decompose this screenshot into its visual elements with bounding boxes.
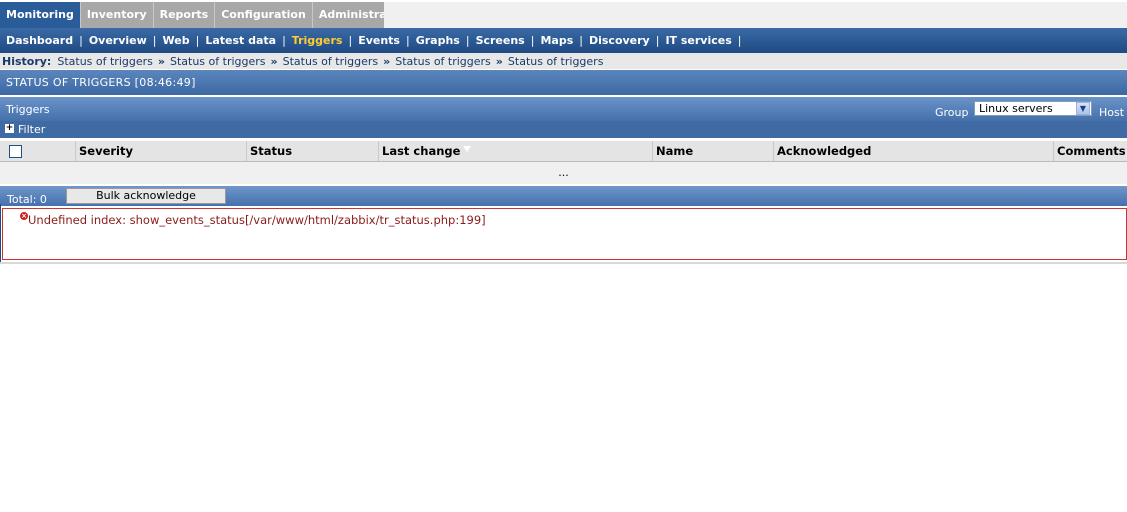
table-footer: Total: 0 Bulk acknowledge — [0, 186, 1127, 206]
submenu-web[interactable]: Web — [157, 34, 196, 47]
group-label: Group — [935, 106, 969, 119]
double-chevron-icon: » — [383, 54, 391, 68]
group-select[interactable]: Linux servers ▼ — [974, 101, 1092, 116]
top-tabs-filler — [384, 2, 1127, 29]
table-empty-row: ... — [0, 162, 1127, 184]
sub-navigation: Dashboard | Overview | Web | Latest data | T… — [0, 28, 1127, 53]
submenu-latest-data[interactable]: Latest data — [199, 34, 282, 47]
tab-configuration[interactable]: Configuration — [215, 2, 313, 28]
column-label: Severity — [79, 144, 133, 158]
submenu-maps[interactable]: Maps — [534, 34, 579, 47]
tab-reports[interactable]: Reports — [153, 2, 216, 28]
history-link[interactable]: Status of triggers — [170, 55, 266, 68]
submenu-dashboard[interactable]: Dashboard — [0, 34, 79, 47]
total-count: Total: 0 — [7, 193, 47, 206]
double-chevron-icon: » — [270, 54, 278, 68]
history-link[interactable]: Status of triggers — [508, 55, 604, 68]
sort-desc-icon — [463, 146, 472, 152]
column-label: Name — [656, 144, 694, 158]
history-label: History: — [2, 54, 52, 68]
submenu-triggers[interactable]: Triggers — [286, 34, 349, 47]
submenu-overview[interactable]: Overview — [83, 34, 153, 47]
column-last-change[interactable]: Last change — [378, 141, 652, 161]
bulk-acknowledge-button[interactable]: Bulk acknowledge — [66, 188, 226, 204]
column-comments[interactable]: Comments — [1053, 141, 1127, 161]
submenu-events[interactable]: Events — [352, 34, 406, 47]
table-header: Severity Status Last change Name Acknowl… — [0, 141, 1127, 162]
left-border — [0, 204, 1, 264]
double-chevron-icon: » — [495, 54, 503, 68]
history-link[interactable]: Status of triggers — [283, 55, 379, 68]
column-severity[interactable]: Severity — [75, 141, 246, 161]
submenu-graphs[interactable]: Graphs — [410, 34, 466, 47]
triggers-header: Triggers Group Linux servers ▼ Host — [0, 97, 1127, 121]
submenu-separator: | — [737, 34, 742, 47]
plus-icon[interactable]: + — [5, 124, 14, 133]
select-all-checkbox[interactable] — [9, 145, 22, 158]
column-label: Last change — [382, 144, 461, 158]
breadcrumb: History: Status of triggers » Status of t… — [0, 53, 1127, 69]
error-icon: × — [20, 212, 28, 220]
page-title: STATUS OF TRIGGERS [08:46:49] — [0, 70, 1127, 95]
top-navigation: Monitoring Inventory Reports Configurati… — [0, 0, 1127, 29]
host-label: Host — [1099, 106, 1125, 119]
tab-monitoring[interactable]: Monitoring — [0, 2, 81, 28]
column-label: Comments — [1057, 144, 1126, 158]
group-select-value: Linux servers — [979, 102, 1053, 115]
filter-label[interactable]: Filter — [18, 123, 45, 136]
submenu-it-services[interactable]: IT services — [659, 34, 737, 47]
column-name[interactable]: Name — [652, 141, 773, 161]
column-label: Acknowledged — [777, 144, 872, 158]
triggers-title: Triggers — [6, 103, 50, 116]
double-chevron-icon: » — [157, 54, 165, 68]
divider — [0, 262, 1127, 264]
submenu-discovery[interactable]: Discovery — [583, 34, 656, 47]
column-status[interactable]: Status — [246, 141, 378, 161]
column-acknowledged[interactable]: Acknowledged — [773, 141, 1053, 161]
filter-toggle[interactable]: + Filter — [0, 121, 1127, 138]
tab-inventory[interactable]: Inventory — [80, 2, 154, 28]
submenu-screens[interactable]: Screens — [470, 34, 531, 47]
history-link[interactable]: Status of triggers — [395, 55, 491, 68]
error-message: Undefined index: show_events_status[/var… — [28, 213, 486, 227]
column-label: Status — [250, 144, 293, 158]
error-message-box: × Undefined index: show_events_status[/v… — [2, 208, 1127, 260]
history-link[interactable]: Status of triggers — [57, 55, 153, 68]
chevron-down-icon[interactable]: ▼ — [1076, 102, 1090, 115]
